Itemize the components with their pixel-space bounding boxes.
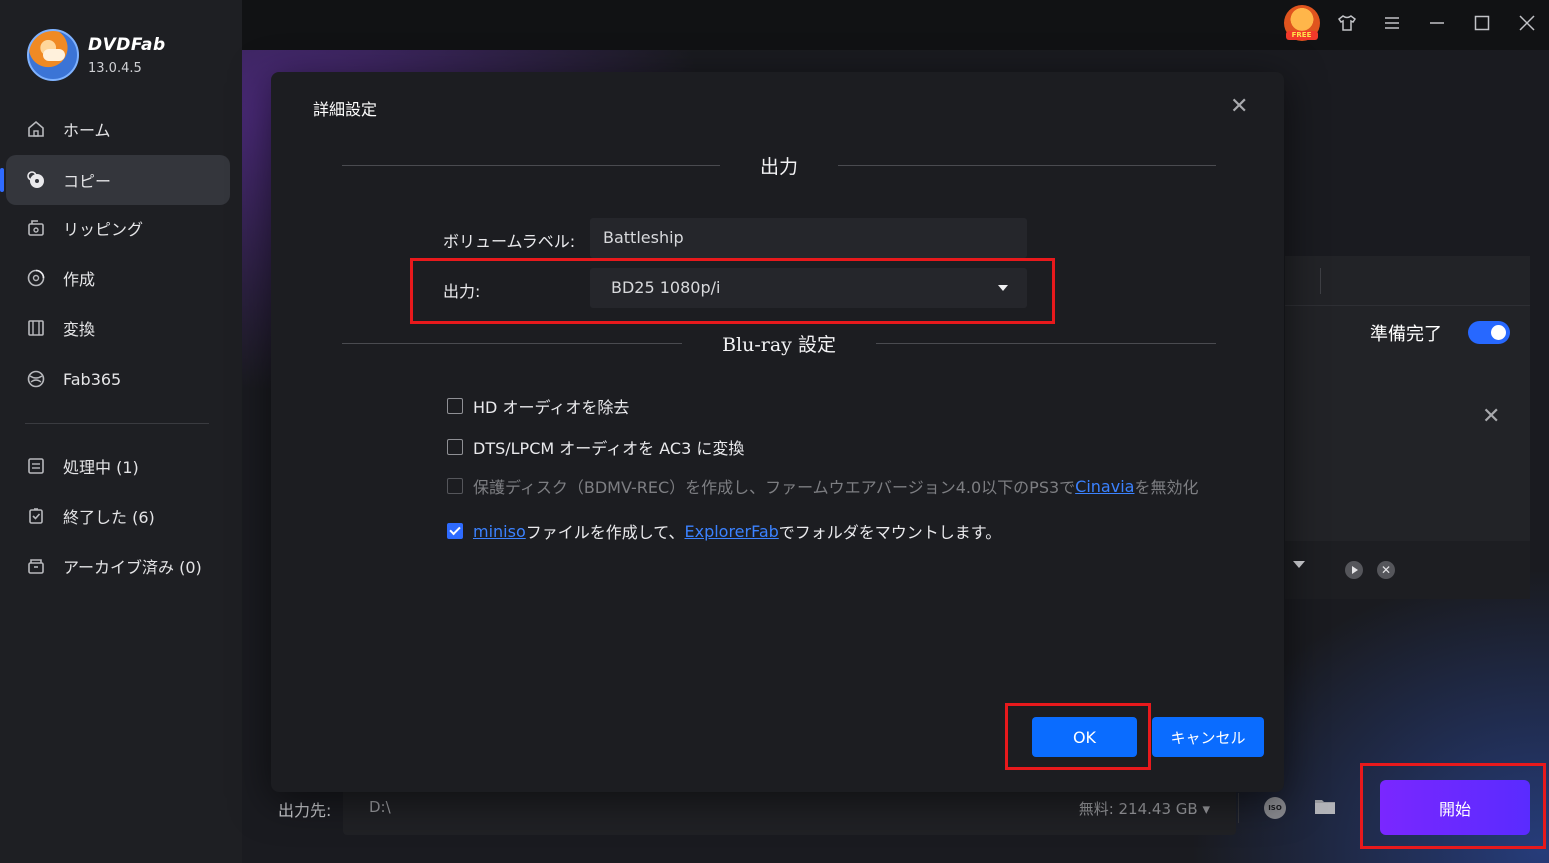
disc-copy-icon	[26, 170, 46, 190]
option-label: DTS/LPCM オーディオを AC3 に変換	[473, 439, 745, 458]
sidebar-item-archived[interactable]: アーカイブ済み (0)	[6, 541, 230, 591]
folder-icon[interactable]	[1314, 797, 1336, 815]
fab365-icon	[26, 369, 46, 389]
option-label-suffix: を無効化	[1134, 478, 1199, 497]
checkbox[interactable]	[447, 439, 463, 455]
maximize-icon	[1474, 15, 1489, 31]
miniso-link[interactable]: miniso	[473, 522, 526, 541]
maximize-button[interactable]	[1459, 0, 1504, 46]
title-bar: FREE	[242, 0, 1549, 50]
sidebar-item-label: リッピング	[63, 220, 144, 239]
free-space-dropdown[interactable]: 無料: 214.43 GB ▾	[1079, 798, 1210, 819]
processing-icon	[26, 456, 46, 476]
highlight-box-ok	[1005, 703, 1151, 770]
minimize-icon	[1429, 22, 1444, 24]
output-dir-label: 出力先:	[278, 801, 332, 820]
section-header-output: 出力	[342, 153, 1217, 178]
shirt-icon	[1337, 15, 1356, 31]
dialog-close-icon[interactable]: ✕	[1230, 94, 1248, 119]
section-header-bluray: Blu-ray 設定	[342, 331, 1217, 356]
sidebar-item-converter[interactable]: 変換	[6, 303, 230, 353]
ready-toggle[interactable]	[1468, 321, 1510, 344]
highlight-box-start	[1360, 763, 1546, 849]
sidebar-item-label: 処理中 (1)	[63, 458, 139, 477]
ripper-icon	[26, 218, 46, 238]
menu-button[interactable]	[1369, 0, 1414, 46]
sidebar-item-label: コピー	[63, 172, 112, 191]
option-label: HD オーディオを除去	[473, 398, 630, 417]
checkbox	[447, 478, 463, 494]
app-version: 13.0.4.5	[88, 60, 142, 76]
dvdfab-logo-icon	[27, 29, 79, 81]
option-remove-hd-audio[interactable]: HD オーディオを除去	[447, 394, 629, 418]
iso-icon[interactable]: ISO	[1264, 797, 1286, 819]
gift-icon: FREE	[1283, 5, 1320, 41]
separator	[1320, 268, 1321, 294]
option-label: 保護ディスク（BDMV-REC）を作成し、ファームウエアバージョン4.0以下のP…	[473, 478, 1076, 497]
window-close-button[interactable]	[1504, 0, 1549, 46]
app-logo: DVDFab 13.0.4.5	[27, 29, 166, 81]
option-label: ファイルを作成して、	[525, 523, 685, 542]
sidebar: DVDFab 13.0.4.5 ホーム コピー リッピング 作成 変換 Fab3…	[0, 0, 242, 863]
archive-icon	[26, 556, 46, 576]
sidebar-item-home[interactable]: ホーム	[6, 104, 230, 154]
task-panel: 準備完了 ✕ ✕	[1285, 256, 1530, 599]
checkbox-checked[interactable]	[447, 523, 463, 539]
clear-icon[interactable]: ✕	[1377, 561, 1395, 579]
free-space-text: 無料: 214.43 GB	[1078, 800, 1198, 818]
sidebar-item-fab365[interactable]: Fab365	[6, 354, 230, 404]
film-icon	[26, 318, 46, 338]
option-protect-disc: 保護ディスク（BDMV-REC）を作成し、ファームウエアバージョン4.0以下のP…	[447, 474, 1219, 498]
volume-label-label: ボリュームラベル:	[443, 232, 576, 251]
task-controls: ✕	[1285, 541, 1530, 599]
option-create-miniso[interactable]: miniso ファイルを作成して、 ExplorerFab でフォルダをマウントしま…	[447, 519, 1001, 543]
sidebar-item-label: アーカイブ済み (0)	[63, 558, 202, 577]
advanced-settings-dialog: 詳細設定 ✕ 出力 ボリュームラベル: Battleship 出力: BD25 …	[271, 72, 1284, 792]
dropdown-arrow-icon[interactable]	[1293, 561, 1305, 568]
free-badge-button[interactable]: FREE	[1279, 0, 1324, 46]
sidebar-item-label: 作成	[63, 270, 96, 289]
sidebar-item-label: Fab365	[63, 369, 122, 389]
option-protect-disc-wrap: 保護ディスク（BDMV-REC）を作成し、ファームウエアバージョン4.0以下のP…	[447, 474, 1219, 500]
sidebar-divider	[25, 423, 209, 424]
home-icon	[26, 119, 46, 139]
sidebar-item-creator[interactable]: 作成	[6, 253, 230, 303]
sidebar-item-copy[interactable]: コピー	[0, 155, 230, 205]
output-path: D:\	[369, 798, 391, 816]
option-label-suffix: でフォルダをマウントします。	[778, 523, 1002, 542]
section-title: Blu-ray 設定	[722, 333, 836, 356]
brand-name: DVDFab	[88, 34, 166, 55]
creator-icon	[26, 268, 46, 288]
sidebar-item-processing[interactable]: 処理中 (1)	[6, 441, 230, 491]
highlight-box-output	[410, 258, 1055, 324]
ready-label: 準備完了	[1370, 324, 1442, 345]
menu-icon	[1384, 17, 1399, 29]
free-badge-label: FREE	[1285, 31, 1318, 40]
close-icon	[1518, 15, 1535, 31]
sidebar-item-label: ホーム	[63, 121, 111, 140]
remove-task-icon[interactable]: ✕	[1482, 404, 1500, 429]
checkbox[interactable]	[447, 398, 463, 414]
option-dts-to-ac3[interactable]: DTS/LPCM オーディオを AC3 に変換	[447, 435, 744, 459]
dialog-title: 詳細設定	[313, 100, 378, 119]
cancel-button[interactable]: キャンセル	[1152, 717, 1264, 757]
sidebar-item-ripper[interactable]: リッピング	[6, 203, 230, 253]
sidebar-item-label: 終了した (6)	[63, 508, 155, 527]
sidebar-item-finished[interactable]: 終了した (6)	[6, 491, 230, 541]
finished-icon	[26, 506, 46, 526]
play-icon[interactable]	[1345, 561, 1363, 579]
skin-button[interactable]	[1324, 0, 1369, 46]
separator	[1238, 793, 1239, 823]
section-title: 出力	[760, 155, 799, 178]
sidebar-item-label: 変換	[63, 320, 96, 339]
volume-label-input[interactable]: Battleship	[590, 218, 1027, 258]
explorerfab-link[interactable]: ExplorerFab	[684, 522, 778, 541]
cinavia-link[interactable]: Cinavia	[1075, 477, 1134, 496]
task-panel-header	[1285, 256, 1530, 306]
minimize-button[interactable]	[1414, 0, 1459, 46]
